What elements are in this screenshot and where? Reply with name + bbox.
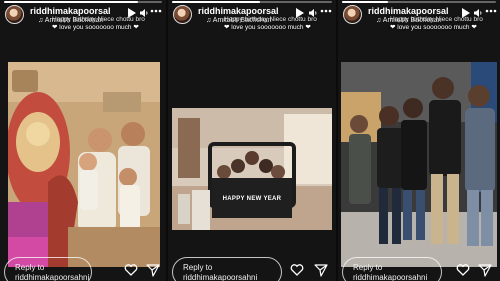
more-icon[interactable] [485,9,497,19]
overlay-line-1: Happy birthday Niece chottu bro [390,16,483,23]
username[interactable]: riddhimakapoorsal [30,6,111,16]
username[interactable]: riddhimakapoorsal [368,6,449,16]
overlay-line-2: ❤ love you sooooooo much ❤ [52,24,139,31]
photo-caption: HAPPY NEW YEAR [222,196,282,202]
story-footer: Reply to riddhimakapoorsahni official [0,251,166,281]
story-footer: Reply to riddhimakapoorsahni official [168,251,336,281]
story-panel-1[interactable]: riddhimakapoorsal ♫ Amitabh Bachchan Hap… [0,0,166,281]
story-overlay-text: Happy birthday Niece chottu bro ❤ love y… [224,16,317,32]
send-icon[interactable] [478,263,492,277]
overlay-line-1: Happy birthday Niece chottu bro [52,16,145,23]
username[interactable]: riddhimakapoorsal [198,6,279,16]
story-panel-2[interactable]: HAPPY NEW YEAR riddhimakapoorsal ♫ Amita… [168,0,336,281]
heart-icon[interactable] [456,263,470,277]
more-icon[interactable] [320,9,332,19]
heart-icon[interactable] [290,263,304,277]
send-icon[interactable] [314,263,328,277]
story-photo-new-year: HAPPY NEW YEAR [172,108,332,230]
reply-input[interactable]: Reply to riddhimakapoorsahni official [172,257,282,281]
reply-input[interactable]: Reply to riddhimakapoorsahni official [4,257,92,281]
story-overlay-text: Happy birthday Niece chottu bro ❤ love y… [52,16,145,32]
avatar[interactable] [343,5,362,24]
reply-input[interactable]: Reply to riddhimakapoorsahni official [342,257,442,281]
avatar[interactable] [173,5,192,24]
more-icon[interactable] [150,9,162,19]
overlay-line-2: ❤ love you sooooooo much ❤ [390,24,477,31]
send-icon[interactable] [146,263,160,277]
story-photo-family [341,62,497,267]
overlay-line-1: Happy birthday Niece chottu bro [224,16,317,23]
story-panel-3[interactable]: riddhimakapoorsal ♫ Amitabh Bachchan Hap… [338,0,500,281]
story-footer: Reply to riddhimakapoorsahni official [338,251,500,281]
story-overlay-text: Happy birthday Niece chottu bro ❤ love y… [390,16,483,32]
story-photo-ganpati [8,62,160,267]
avatar[interactable] [5,5,24,24]
overlay-line-2: ❤ love you sooooooo much ❤ [224,24,311,31]
heart-icon[interactable] [124,263,138,277]
